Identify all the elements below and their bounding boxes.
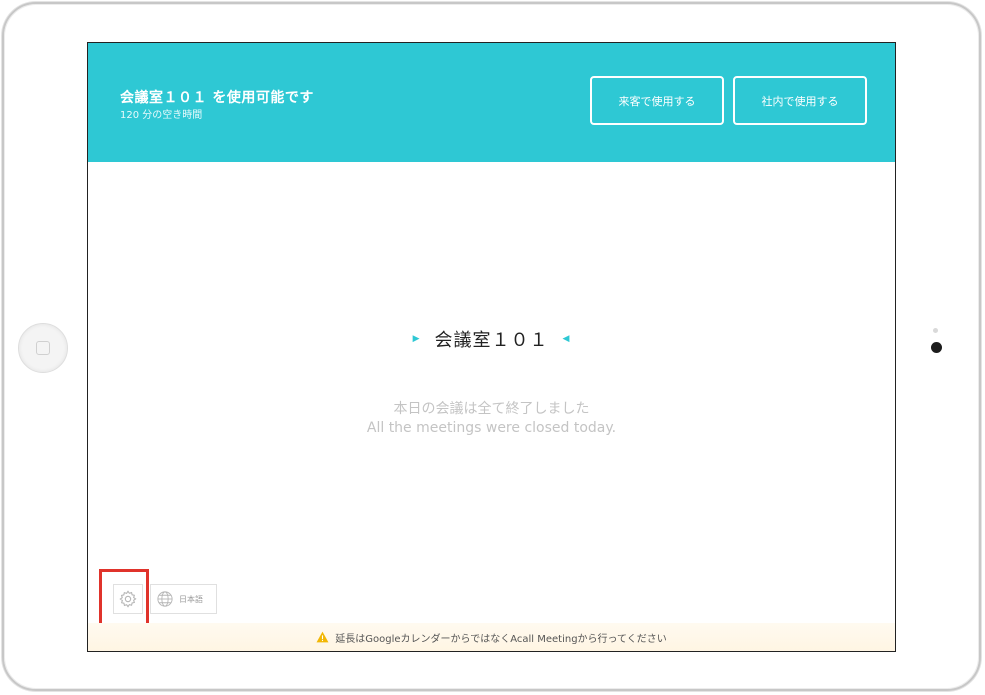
globe-icon [157, 591, 173, 607]
sensor-dot [933, 328, 938, 333]
room-name-heading: ▶ 会議室１０１ ◀ [88, 326, 895, 352]
gear-icon [119, 590, 137, 608]
left-triangle-icon: ◀ [562, 334, 571, 344]
closed-message-ja: 本日の会議は全て終了しました [393, 401, 590, 417]
use-for-visitor-button[interactable]: 来客で使用する [590, 76, 724, 125]
right-triangle-icon: ▶ [412, 334, 421, 344]
free-time-subtitle: 120 分の空き時間 [120, 110, 203, 121]
home-button[interactable] [18, 323, 68, 373]
status-header: 会議室１０１ を使用可能です 120 分の空き時間 来客で使用する 社内で使用す… [88, 43, 895, 162]
use-internally-button[interactable]: 社内で使用する [733, 76, 867, 125]
warning-icon [316, 631, 329, 643]
app-screen: 会議室１０１ を使用可能です 120 分の空き時間 来客で使用する 社内で使用す… [87, 42, 896, 652]
settings-button[interactable] [113, 584, 143, 614]
closed-message-en: All the meetings were closed today. [366, 420, 617, 436]
front-camera [931, 342, 942, 353]
language-button[interactable]: 日本語 [150, 584, 217, 614]
notice-text: 延長はGoogleカレンダーからではなくAcall Meetingから行ってくだ… [335, 633, 667, 645]
notice-bar: 延長はGoogleカレンダーからではなくAcall Meetingから行ってくだ… [88, 623, 895, 651]
availability-title: 会議室１０１ を使用可能です [120, 90, 314, 106]
language-label: 日本語 [179, 594, 203, 604]
room-name-text: 会議室１０１ [434, 330, 549, 351]
